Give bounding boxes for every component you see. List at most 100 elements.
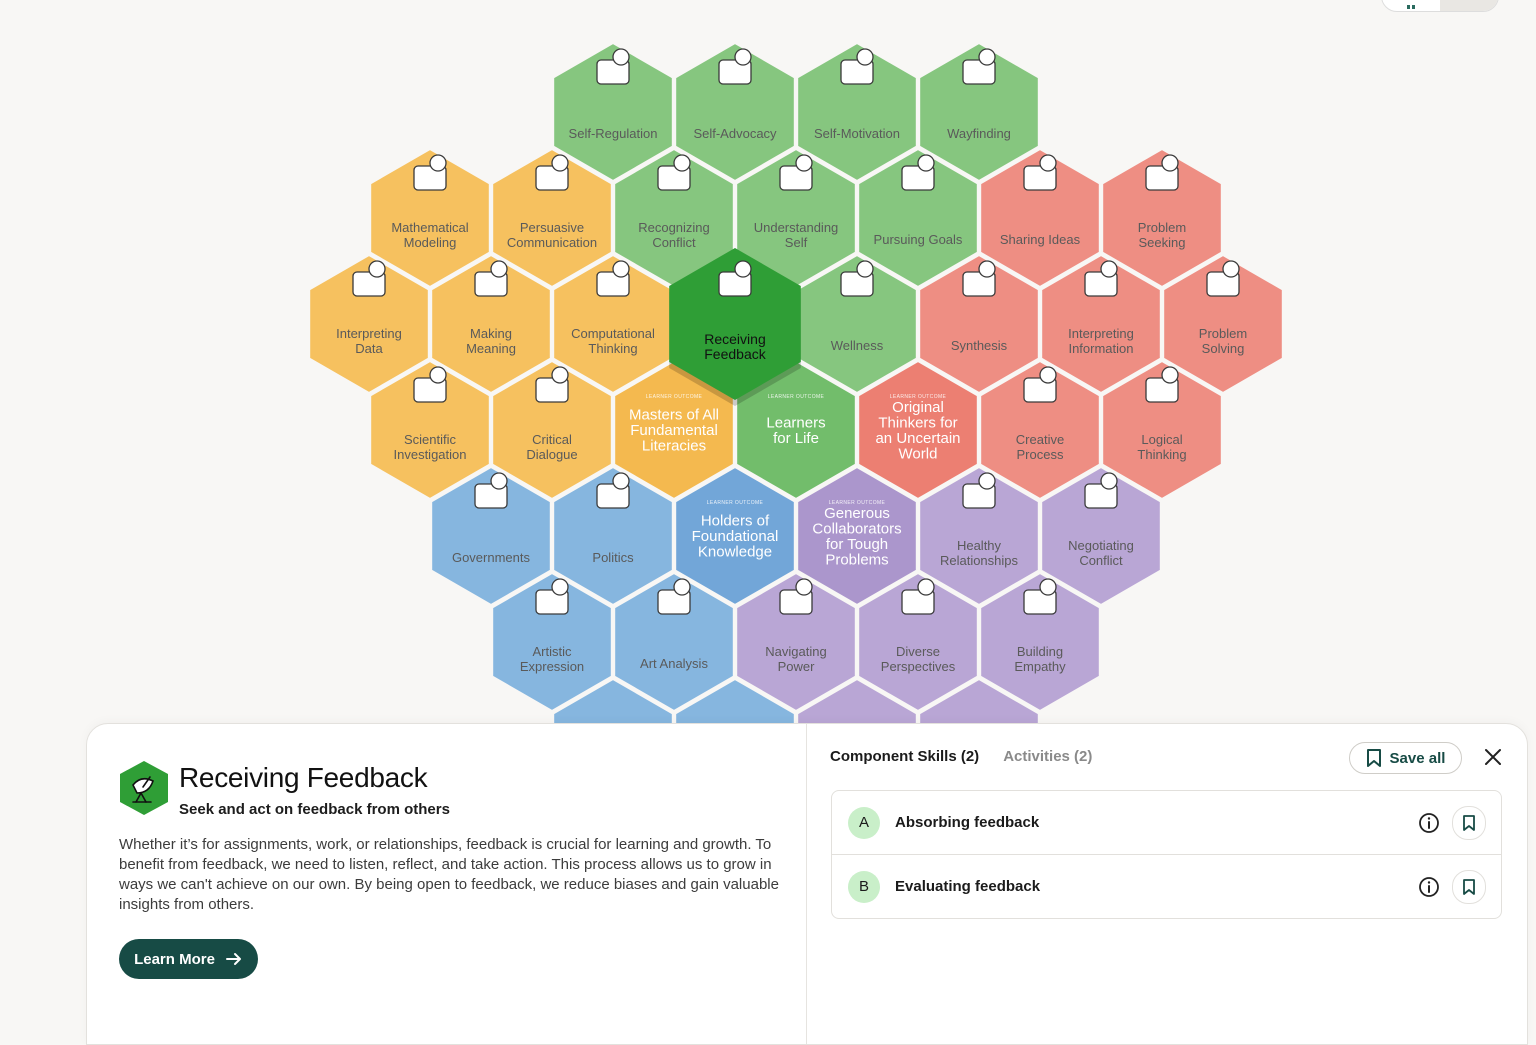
hex-label: Creative xyxy=(1016,432,1064,447)
bookmark-button[interactable] xyxy=(1452,805,1486,840)
hex-label: Feedback xyxy=(704,346,766,362)
hex-label: Healthy xyxy=(957,538,1002,553)
hex-label: Sharing Ideas xyxy=(1000,232,1081,247)
hex-label: Diverse xyxy=(896,644,940,659)
hex-label: Problem xyxy=(1199,326,1247,341)
info-icon[interactable] xyxy=(1417,875,1441,899)
hex-label: Information xyxy=(1068,341,1133,356)
arrow-right-icon xyxy=(225,953,241,965)
hex-label: Understanding xyxy=(754,220,839,235)
hex-label: Computational xyxy=(571,326,655,341)
hex-label: Fundamental xyxy=(630,422,718,439)
skill-detail-panel: Receiving Feedback Seek and act on feedb… xyxy=(86,723,1528,1045)
hex-label: Pursuing Goals xyxy=(874,232,963,247)
hex-label: Collaborators xyxy=(812,520,901,537)
view-toggle[interactable] xyxy=(1381,0,1499,12)
hex-label: Thinking xyxy=(588,341,637,356)
hex-label: Mathematical xyxy=(391,220,468,235)
hex-label: for Tough xyxy=(826,536,888,553)
hex-label: Investigation xyxy=(394,447,467,462)
learn-more-button[interactable]: Learn More xyxy=(119,939,258,979)
learner-outcome-tag: LEARNER OUTCOME xyxy=(707,500,764,506)
hex-label: Literacies xyxy=(642,438,706,455)
hex-label: Generous xyxy=(824,505,890,522)
component-skill-label: Absorbing feedback xyxy=(895,814,1040,831)
hex-label: Problems xyxy=(825,551,888,568)
skill-description: Whether it’s for assignments, work, or r… xyxy=(119,836,779,913)
hex-label: Thinkers for xyxy=(878,414,957,431)
hex-label: Building xyxy=(1017,644,1063,659)
hex-label: Politics xyxy=(592,550,634,565)
hex-label: Governments xyxy=(452,550,531,565)
hex-label: Critical xyxy=(532,432,572,447)
view-toggle-option-2[interactable] xyxy=(1440,0,1498,11)
skill-title: Receiving Feedback xyxy=(179,762,428,793)
hex-label: Interpreting xyxy=(336,326,402,341)
hex-label: Logical xyxy=(1141,432,1182,447)
hex-label: Self-Regulation xyxy=(569,126,658,141)
hex-label: Navigating xyxy=(765,644,826,659)
tab-bar: Component Skills (2) Activities (2) xyxy=(830,748,1092,765)
list-item[interactable]: A Absorbing feedback xyxy=(832,791,1501,854)
skill-subtitle: Seek and act on feedback from others xyxy=(179,801,450,818)
bookmark-icon xyxy=(1463,878,1475,895)
info-icon[interactable] xyxy=(1417,811,1441,835)
hex-label: Thinking xyxy=(1137,447,1186,462)
hex-label: Self xyxy=(785,235,808,250)
hex-label: Perspectives xyxy=(881,659,956,674)
hex-label: Problem xyxy=(1138,220,1186,235)
hex-label: Making xyxy=(470,326,512,341)
hex-label: Persuasive xyxy=(520,220,584,235)
bookmark-icon xyxy=(1463,814,1475,831)
hex-label: Wayfinding xyxy=(947,126,1011,141)
hex-label: Modeling xyxy=(404,235,457,250)
close-icon[interactable] xyxy=(1481,745,1505,769)
component-skill-label: Evaluating feedback xyxy=(895,878,1041,895)
hex-label: Artistic xyxy=(533,644,573,659)
hex-label: Empathy xyxy=(1014,659,1066,674)
hex-label: Original xyxy=(892,399,944,416)
hex-label: Conflict xyxy=(652,235,696,250)
skill-details-tabs-area: Component Skills (2) Activities (2) Save… xyxy=(807,724,1527,1044)
bookmark-button[interactable] xyxy=(1452,869,1486,904)
tab-component-skills[interactable]: Component Skills (2) xyxy=(830,748,979,765)
learner-outcome-tag: LEARNER OUTCOME xyxy=(768,394,825,400)
hex-label: Negotiating xyxy=(1068,538,1134,553)
hex-label: Interpreting xyxy=(1068,326,1134,341)
grid-icon xyxy=(1407,5,1415,9)
learn-more-label: Learn More xyxy=(134,950,215,968)
hex-label: Receiving xyxy=(704,331,765,347)
hex-label: Solving xyxy=(1202,341,1245,356)
hex-label: Self-Advocacy xyxy=(693,126,777,141)
hex-label: Art Analysis xyxy=(640,656,708,671)
hex-label: World xyxy=(899,445,938,462)
skills-hex-map: Self-Regulation Self-Advocacy Self-Motivat… xyxy=(308,41,1284,740)
hex-label: Foundational xyxy=(692,528,779,545)
skill-overview: Receiving Feedback Seek and act on feedb… xyxy=(87,724,806,1044)
component-skills-list: A Absorbing feedback B Evaluating feedba… xyxy=(831,790,1502,919)
satellite-dish-icon xyxy=(120,761,168,815)
hex-label: Synthesis xyxy=(951,338,1008,353)
hex-label: Process xyxy=(1017,447,1064,462)
list-item[interactable]: B Evaluating feedback xyxy=(832,854,1501,918)
hex-label: Holders of xyxy=(701,513,770,530)
hex-label: Self-Motivation xyxy=(814,126,900,141)
save-all-button[interactable]: Save all xyxy=(1349,742,1462,774)
view-toggle-option-1[interactable] xyxy=(1382,0,1440,11)
hex-label: Conflict xyxy=(1079,553,1123,568)
hex-label: an Uncertain xyxy=(875,430,960,447)
hex-label: Meaning xyxy=(466,341,516,356)
hex-label: Expression xyxy=(520,659,584,674)
skill-letter-badge: B xyxy=(848,870,880,903)
hex-label: Knowledge xyxy=(698,544,772,561)
hex-label: Power xyxy=(778,659,816,674)
learner-outcome-tag: LEARNER OUTCOME xyxy=(646,394,703,400)
hex-label: Wellness xyxy=(831,338,884,353)
hex-label: Seeking xyxy=(1139,235,1186,250)
skill-letter-badge: A xyxy=(848,806,880,839)
tab-activities[interactable]: Activities (2) xyxy=(1003,748,1092,765)
hex-label: Recognizing xyxy=(638,220,710,235)
hex-label: Scientific xyxy=(404,432,457,447)
hex-label: Dialogue xyxy=(526,447,577,462)
hex-label: Masters of All xyxy=(629,407,719,424)
